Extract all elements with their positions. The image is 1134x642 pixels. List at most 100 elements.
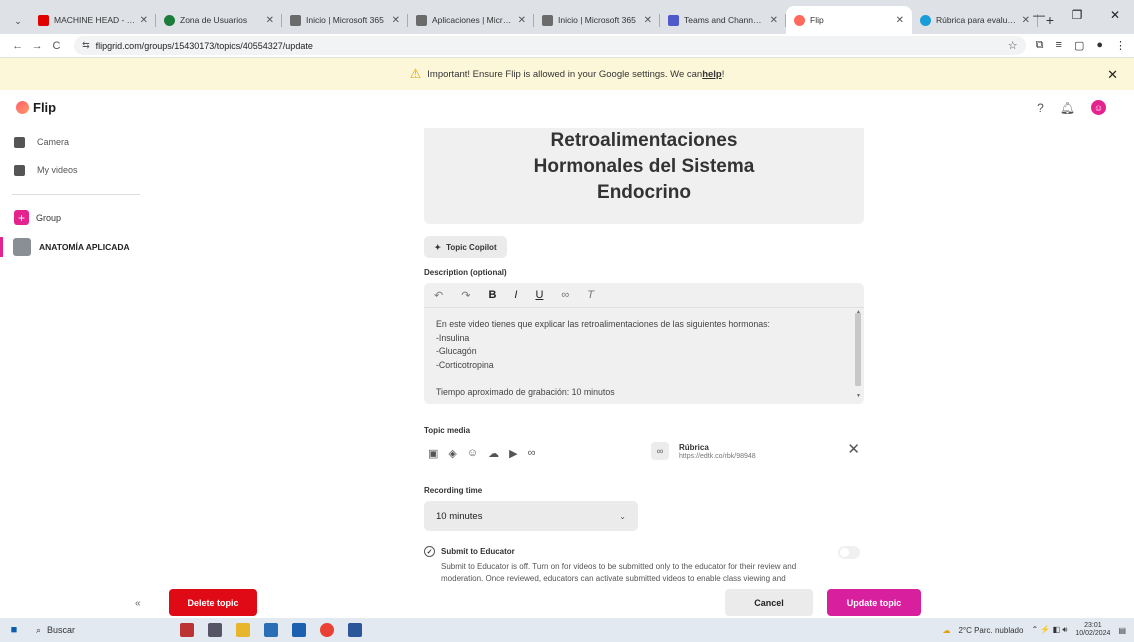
browser-tab[interactable]: Zona de Usuarios ✕ bbox=[156, 6, 282, 34]
collapse-sidebar-icon[interactable]: « bbox=[135, 598, 141, 609]
avatar[interactable]: ☺ bbox=[1091, 100, 1106, 115]
flip-icon bbox=[794, 14, 805, 26]
help-link[interactable]: help bbox=[702, 69, 722, 80]
submit-to-educator-toggle[interactable] bbox=[838, 546, 860, 559]
taskbar-search[interactable]: ⌕ Buscar bbox=[28, 620, 148, 640]
upload-icon[interactable]: ☁ bbox=[488, 447, 499, 460]
site-settings-icon[interactable]: ⇆ bbox=[82, 40, 90, 51]
media-toolbar: ▣ ◈ ☺ ☁ ▶ ∞ bbox=[428, 447, 535, 460]
search-icon: ⌕ bbox=[36, 624, 42, 635]
scroll-down-icon[interactable]: ▼ bbox=[856, 393, 861, 399]
close-icon[interactable]: ✕ bbox=[266, 15, 274, 26]
notifications-icon[interactable]: 🔔︎ bbox=[1060, 101, 1075, 115]
undo-icon[interactable]: ↶ bbox=[434, 289, 443, 302]
recording-time-label: Recording time bbox=[424, 486, 483, 495]
notification-center-icon[interactable]: ▤ bbox=[1118, 626, 1126, 635]
task-view-icon[interactable] bbox=[208, 623, 222, 637]
clear-format-icon[interactable]: T bbox=[587, 289, 594, 301]
flip-logo-icon bbox=[16, 101, 29, 114]
browser-tab-active[interactable]: Flip ✕ bbox=[786, 6, 912, 34]
windows-start-icon[interactable]: ■ bbox=[0, 624, 28, 636]
help-icon[interactable]: ? bbox=[1037, 101, 1044, 115]
browser-tab-strip: ⌄ MACHINE HEAD - Thr ✕ Zona de Usuarios ✕ … bbox=[0, 0, 1134, 34]
close-icon[interactable]: ✕ bbox=[518, 15, 526, 26]
attachment-card[interactable]: ∞ Rúbrica https://edtk.co/rbk/98948 ✕ bbox=[651, 436, 864, 466]
topic-media-label: Topic media bbox=[424, 426, 471, 435]
profile-icon[interactable]: ● bbox=[1096, 39, 1103, 52]
remove-attachment-icon[interactable]: ✕ bbox=[847, 440, 860, 458]
close-icon[interactable]: ✕ bbox=[644, 15, 652, 26]
microsoft365-icon bbox=[290, 14, 301, 26]
forward-icon[interactable]: → bbox=[27, 40, 46, 52]
sidepanel-icon[interactable]: ▢ bbox=[1074, 39, 1084, 52]
recording-time-select[interactable]: 10 minutes ⌄ bbox=[424, 501, 638, 531]
close-icon[interactable]: ✕ bbox=[140, 15, 148, 26]
browser-tab[interactable]: Aplicaciones | Microsoft 3✕ bbox=[408, 6, 534, 34]
check-circle-icon: ✓ bbox=[424, 546, 435, 557]
reload-icon[interactable]: C bbox=[47, 40, 66, 52]
close-window-icon[interactable]: ✕ bbox=[1096, 0, 1134, 30]
sparkle-icon: ✦ bbox=[434, 242, 442, 252]
back-icon[interactable]: ← bbox=[8, 40, 27, 52]
windows-taskbar: ■ ⌕ Buscar ☁ 2°C Parc. nublado ⌃ ⚡ ◧ 🔊︎ … bbox=[0, 618, 1134, 642]
word-icon[interactable] bbox=[348, 623, 362, 637]
store-icon[interactable] bbox=[264, 623, 278, 637]
topic-title-card[interactable]: Retroalimentaciones Hormonales del Siste… bbox=[424, 128, 864, 224]
browser-tab[interactable]: Inicio | Microsoft 365 ✕ bbox=[282, 6, 408, 34]
update-topic-button[interactable]: Update topic bbox=[827, 589, 921, 616]
flip-logo[interactable]: Flip bbox=[16, 100, 56, 115]
game-app-icon[interactable] bbox=[180, 623, 194, 637]
description-editor[interactable]: ↶ ↷ B I U ∞ T En este video tienes que e… bbox=[424, 283, 864, 404]
video-icon bbox=[14, 164, 25, 176]
add-group-button[interactable]: + Group bbox=[14, 210, 61, 225]
menu-icon[interactable]: ⋮ bbox=[1115, 39, 1126, 52]
camera-icon bbox=[14, 136, 25, 148]
underline-icon[interactable]: U bbox=[535, 289, 543, 301]
italic-icon[interactable]: I bbox=[514, 289, 517, 301]
bookmark-star-icon[interactable]: ☆ bbox=[1008, 39, 1018, 52]
file-explorer-icon[interactable] bbox=[236, 623, 250, 637]
youtube-icon bbox=[38, 14, 49, 26]
description-text[interactable]: En este video tienes que explicar las re… bbox=[424, 308, 864, 409]
weather-icon: ☁ bbox=[942, 625, 951, 635]
topic-copilot-button[interactable]: ✦ Topic Copilot bbox=[424, 236, 507, 258]
link-icon: ∞ bbox=[651, 442, 669, 460]
video-icon[interactable]: ▶ bbox=[509, 447, 517, 460]
sidebar-item-camera[interactable]: Camera bbox=[0, 128, 152, 156]
minimize-icon[interactable]: — bbox=[1020, 0, 1058, 30]
chrome-icon[interactable] bbox=[320, 623, 334, 637]
tab-search-icon[interactable]: ⌄ bbox=[6, 8, 30, 34]
mail-icon[interactable] bbox=[292, 623, 306, 637]
delete-topic-button[interactable]: Delete topic bbox=[169, 589, 257, 616]
link-icon[interactable]: ∞ bbox=[528, 447, 536, 460]
scrollbar[interactable] bbox=[855, 313, 861, 386]
browser-tab[interactable]: Inicio | Microsoft 365 ✕ bbox=[534, 6, 660, 34]
bold-icon[interactable]: B bbox=[488, 289, 496, 301]
reading-list-icon[interactable]: ≡ bbox=[1056, 39, 1062, 52]
close-icon[interactable]: ✕ bbox=[896, 15, 904, 26]
emoji-icon[interactable]: ☺ bbox=[467, 447, 478, 460]
extensions-icon[interactable]: ⧉ bbox=[1036, 39, 1044, 52]
site-icon bbox=[920, 14, 931, 26]
url-field[interactable]: ⇆ flipgrid.com/groups/15430173/topics/40… bbox=[74, 36, 1026, 55]
clock[interactable]: 23:01 10/02/2024 bbox=[1075, 622, 1110, 638]
browser-tab[interactable]: MACHINE HEAD - Thr ✕ bbox=[30, 6, 156, 34]
close-icon[interactable]: ✕ bbox=[770, 15, 778, 26]
browser-tab[interactable]: Teams and Channels | Go✕ bbox=[660, 6, 786, 34]
close-icon[interactable]: ✕ bbox=[392, 15, 400, 26]
group-thumbnail bbox=[13, 238, 31, 256]
sidebar: Camera My videos + Group ANATOMÍA APLICA… bbox=[0, 128, 152, 588]
cancel-button[interactable]: Cancel bbox=[725, 589, 813, 616]
link-icon[interactable]: ∞ bbox=[561, 289, 569, 301]
restore-icon[interactable]: ❐ bbox=[1058, 0, 1096, 30]
sidebar-item-group[interactable]: ANATOMÍA APLICADA bbox=[0, 236, 152, 258]
active-indicator bbox=[0, 237, 3, 257]
tray-icons[interactable]: ⌃ ⚡ ◧ 🔊︎ bbox=[1031, 625, 1067, 635]
image-icon[interactable]: ▣ bbox=[428, 447, 438, 460]
sidebar-item-my-videos[interactable]: My videos bbox=[0, 156, 152, 184]
redo-icon[interactable]: ↷ bbox=[461, 289, 470, 302]
editor-toolbar: ↶ ↷ B I U ∞ T bbox=[424, 283, 864, 308]
close-banner-icon[interactable]: ✕ bbox=[1107, 67, 1118, 83]
microsoft365-icon bbox=[416, 14, 427, 26]
gif-icon[interactable]: ◈ bbox=[448, 447, 456, 460]
